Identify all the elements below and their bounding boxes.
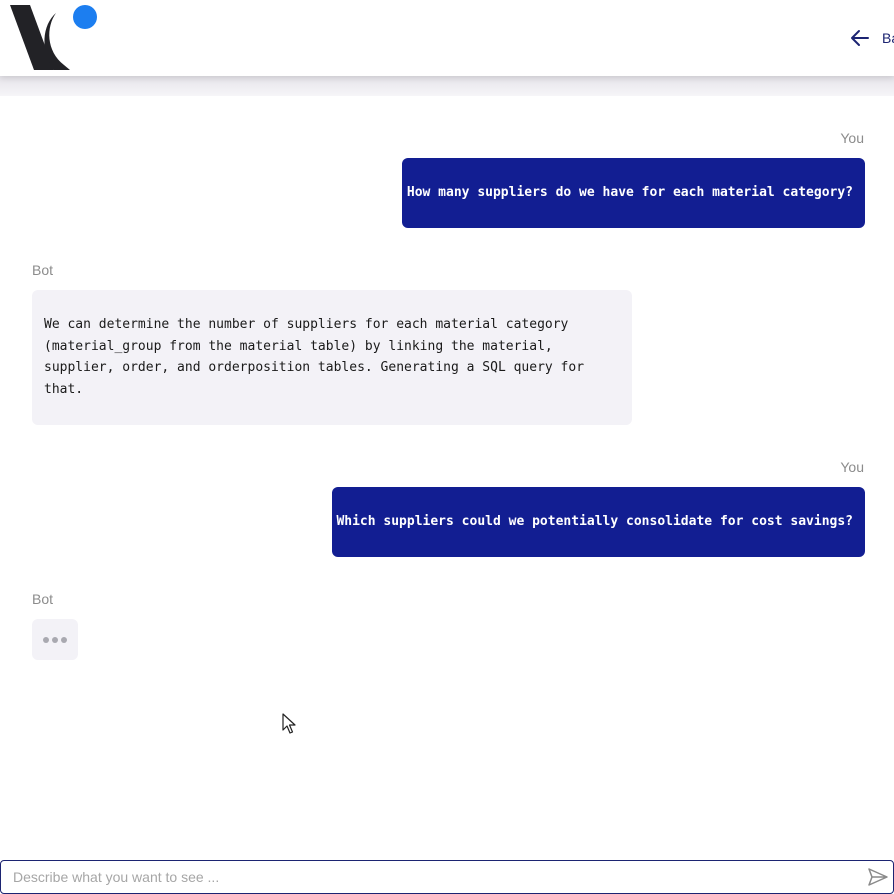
- bot-message: We can determine the number of suppliers…: [32, 290, 632, 425]
- user-message-text: How many suppliers do we have for each m…: [406, 185, 853, 201]
- send-button[interactable]: [866, 866, 890, 890]
- send-icon: [868, 868, 888, 886]
- back-label: Back: [882, 30, 894, 46]
- arrow-left-icon: [851, 30, 869, 46]
- bot-message-text: We can determine the number of suppliers…: [44, 317, 585, 397]
- chat-transcript: You How many suppliers do we have for ea…: [0, 96, 894, 860]
- sender-label-you: You: [840, 130, 864, 146]
- logo-icon[interactable]: [10, 5, 100, 73]
- chat-app: Back You How many suppliers do we have f…: [0, 0, 894, 894]
- typing-dot: [43, 636, 49, 643]
- user-message-text: Which suppliers could we potentially con…: [336, 514, 853, 530]
- sender-label-bot: Bot: [32, 591, 54, 607]
- message-input[interactable]: [0, 860, 894, 894]
- user-message: How many suppliers do we have for each m…: [402, 158, 865, 228]
- typing-dot: [61, 636, 67, 643]
- message-composer: [0, 860, 894, 894]
- app-header: Back: [0, 0, 894, 76]
- user-message: Which suppliers could we potentially con…: [332, 487, 865, 557]
- typing-dots-icon: [32, 619, 78, 660]
- sender-label-bot: Bot: [32, 262, 54, 278]
- typing-dot: [52, 636, 58, 643]
- header-shadow-band: [0, 76, 894, 96]
- mouse-cursor-icon: [282, 713, 296, 734]
- sender-label-you: You: [840, 459, 864, 475]
- back-link[interactable]: Back: [850, 26, 894, 50]
